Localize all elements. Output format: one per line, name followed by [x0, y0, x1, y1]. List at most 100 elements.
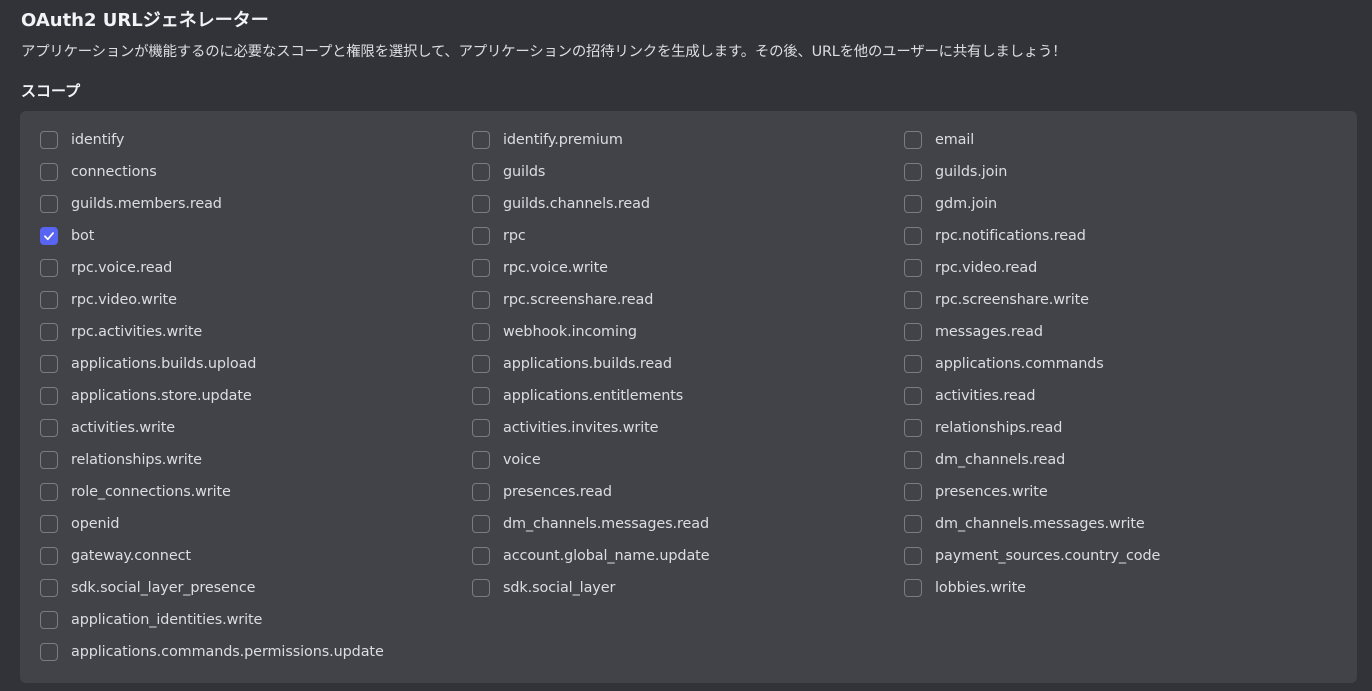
- scope-checkbox-guilds-members-read[interactable]: [40, 195, 58, 213]
- scope-checkbox-rpc-screenshare-read[interactable]: [472, 291, 490, 309]
- scope-item-relationships-write[interactable]: relationships.write: [40, 444, 472, 476]
- scope-checkbox-voice[interactable]: [472, 451, 490, 469]
- scope-item-connections[interactable]: connections: [40, 156, 472, 188]
- scope-item-account-global-name-update[interactable]: account.global_name.update: [472, 540, 904, 572]
- scope-item-activities-read[interactable]: activities.read: [904, 380, 1336, 412]
- scope-item-rpc[interactable]: rpc: [472, 220, 904, 252]
- scope-checkbox-applications-commands[interactable]: [904, 355, 922, 373]
- scope-checkbox-connections[interactable]: [40, 163, 58, 181]
- scope-checkbox-webhook-incoming[interactable]: [472, 323, 490, 341]
- scope-checkbox-identify[interactable]: [40, 131, 58, 149]
- scope-item-sdk-social-layer[interactable]: sdk.social_layer: [472, 572, 904, 604]
- scope-checkbox-applications-builds-read[interactable]: [472, 355, 490, 373]
- scope-checkbox-rpc-activities-write[interactable]: [40, 323, 58, 341]
- scope-item-sdk-social-layer-presence[interactable]: sdk.social_layer_presence: [40, 572, 472, 604]
- scope-checkbox-gdm-join[interactable]: [904, 195, 922, 213]
- scope-checkbox-relationships-write[interactable]: [40, 451, 58, 469]
- scope-checkbox-rpc-voice-write[interactable]: [472, 259, 490, 277]
- scope-checkbox-rpc[interactable]: [472, 227, 490, 245]
- scope-checkbox-guilds-join[interactable]: [904, 163, 922, 181]
- scope-checkbox-application-identities-write[interactable]: [40, 611, 58, 629]
- scope-checkbox-relationships-read[interactable]: [904, 419, 922, 437]
- scope-item-bot[interactable]: bot: [40, 220, 472, 252]
- scope-item-lobbies-write[interactable]: lobbies.write: [904, 572, 1336, 604]
- scope-item-dm-channels-read[interactable]: dm_channels.read: [904, 444, 1336, 476]
- scope-checkbox-identify-premium[interactable]: [472, 131, 490, 149]
- scope-checkbox-rpc-video-read[interactable]: [904, 259, 922, 277]
- scope-item-dm-channels-messages-write[interactable]: dm_channels.messages.write: [904, 508, 1336, 540]
- scope-item-activities-invites-write[interactable]: activities.invites.write: [472, 412, 904, 444]
- scope-label: sdk.social_layer: [503, 580, 616, 596]
- scope-checkbox-sdk-social-layer[interactable]: [472, 579, 490, 597]
- scope-item-identify[interactable]: identify: [40, 124, 472, 156]
- scope-item-rpc-activities-write[interactable]: rpc.activities.write: [40, 316, 472, 348]
- scope-item-applications-entitlements[interactable]: applications.entitlements: [472, 380, 904, 412]
- scope-checkbox-presences-read[interactable]: [472, 483, 490, 501]
- scope-item-activities-write[interactable]: activities.write: [40, 412, 472, 444]
- scope-item-guilds[interactable]: guilds: [472, 156, 904, 188]
- scope-checkbox-bot[interactable]: [40, 227, 58, 245]
- scope-checkbox-account-global-name-update[interactable]: [472, 547, 490, 565]
- scope-checkbox-messages-read[interactable]: [904, 323, 922, 341]
- scope-checkbox-email[interactable]: [904, 131, 922, 149]
- scope-item-identify-premium[interactable]: identify.premium: [472, 124, 904, 156]
- scope-item-dm-channels-messages-read[interactable]: dm_channels.messages.read: [472, 508, 904, 540]
- scope-item-openid[interactable]: openid: [40, 508, 472, 540]
- scope-item-guilds-members-read[interactable]: guilds.members.read: [40, 188, 472, 220]
- scope-checkbox-rpc-screenshare-write[interactable]: [904, 291, 922, 309]
- scope-item-applications-store-update[interactable]: applications.store.update: [40, 380, 472, 412]
- scope-checkbox-guilds-channels-read[interactable]: [472, 195, 490, 213]
- scope-checkbox-rpc-video-write[interactable]: [40, 291, 58, 309]
- scope-checkbox-dm-channels-messages-write[interactable]: [904, 515, 922, 533]
- scope-checkbox-applications-store-update[interactable]: [40, 387, 58, 405]
- scope-checkbox-payment-sources-country-code[interactable]: [904, 547, 922, 565]
- scope-item-role-connections-write[interactable]: role_connections.write: [40, 476, 472, 508]
- scope-item-gateway-connect[interactable]: gateway.connect: [40, 540, 472, 572]
- scope-item-rpc-video-write[interactable]: rpc.video.write: [40, 284, 472, 316]
- scope-checkbox-guilds[interactable]: [472, 163, 490, 181]
- scope-item-applications-builds-upload[interactable]: applications.builds.upload: [40, 348, 472, 380]
- scope-item-payment-sources-country-code[interactable]: payment_sources.country_code: [904, 540, 1336, 572]
- scope-item-rpc-voice-read[interactable]: rpc.voice.read: [40, 252, 472, 284]
- scope-item-relationships-read[interactable]: relationships.read: [904, 412, 1336, 444]
- scope-checkbox-lobbies-write[interactable]: [904, 579, 922, 597]
- scope-item-gdm-join[interactable]: gdm.join: [904, 188, 1336, 220]
- scope-item-presences-read[interactable]: presences.read: [472, 476, 904, 508]
- scope-item-messages-read[interactable]: messages.read: [904, 316, 1336, 348]
- scope-item-guilds-channels-read[interactable]: guilds.channels.read: [472, 188, 904, 220]
- scope-item-guilds-join[interactable]: guilds.join: [904, 156, 1336, 188]
- scope-item-rpc-video-read[interactable]: rpc.video.read: [904, 252, 1336, 284]
- scope-checkbox-gateway-connect[interactable]: [40, 547, 58, 565]
- scope-checkbox-applications-entitlements[interactable]: [472, 387, 490, 405]
- scope-checkbox-applications-commands-permissions-update[interactable]: [40, 643, 58, 661]
- scope-label: applications.store.update: [71, 388, 252, 404]
- scope-checkbox-presences-write[interactable]: [904, 483, 922, 501]
- scope-item-applications-commands[interactable]: applications.commands: [904, 348, 1336, 380]
- scope-checkbox-activities-write[interactable]: [40, 419, 58, 437]
- scope-item-applications-builds-read[interactable]: applications.builds.read: [472, 348, 904, 380]
- scope-item-rpc-screenshare-read[interactable]: rpc.screenshare.read: [472, 284, 904, 316]
- scope-checkbox-applications-builds-upload[interactable]: [40, 355, 58, 373]
- scope-item-email[interactable]: email: [904, 124, 1336, 156]
- scope-item-applications-commands-permissions-update[interactable]: applications.commands.permissions.update: [40, 636, 472, 668]
- scope-checkbox-dm-channels-read[interactable]: [904, 451, 922, 469]
- scope-item-rpc-screenshare-write[interactable]: rpc.screenshare.write: [904, 284, 1336, 316]
- scope-item-webhook-incoming[interactable]: webhook.incoming: [472, 316, 904, 348]
- scope-label: rpc.notifications.read: [935, 228, 1086, 244]
- scope-item-rpc-voice-write[interactable]: rpc.voice.write: [472, 252, 904, 284]
- scope-checkbox-activities-read[interactable]: [904, 387, 922, 405]
- scope-checkbox-openid[interactable]: [40, 515, 58, 533]
- scope-label: messages.read: [935, 324, 1043, 340]
- scope-item-voice[interactable]: voice: [472, 444, 904, 476]
- scope-checkbox-sdk-social-layer-presence[interactable]: [40, 579, 58, 597]
- scope-checkbox-role-connections-write[interactable]: [40, 483, 58, 501]
- scope-checkbox-activities-invites-write[interactable]: [472, 419, 490, 437]
- scope-item-application-identities-write[interactable]: application_identities.write: [40, 604, 472, 636]
- scope-item-rpc-notifications-read[interactable]: rpc.notifications.read: [904, 220, 1336, 252]
- scope-item-presences-write[interactable]: presences.write: [904, 476, 1336, 508]
- scope-checkbox-rpc-voice-read[interactable]: [40, 259, 58, 277]
- scope-label: voice: [503, 452, 541, 468]
- scope-label: presences.read: [503, 484, 612, 500]
- scope-checkbox-dm-channels-messages-read[interactable]: [472, 515, 490, 533]
- scope-checkbox-rpc-notifications-read[interactable]: [904, 227, 922, 245]
